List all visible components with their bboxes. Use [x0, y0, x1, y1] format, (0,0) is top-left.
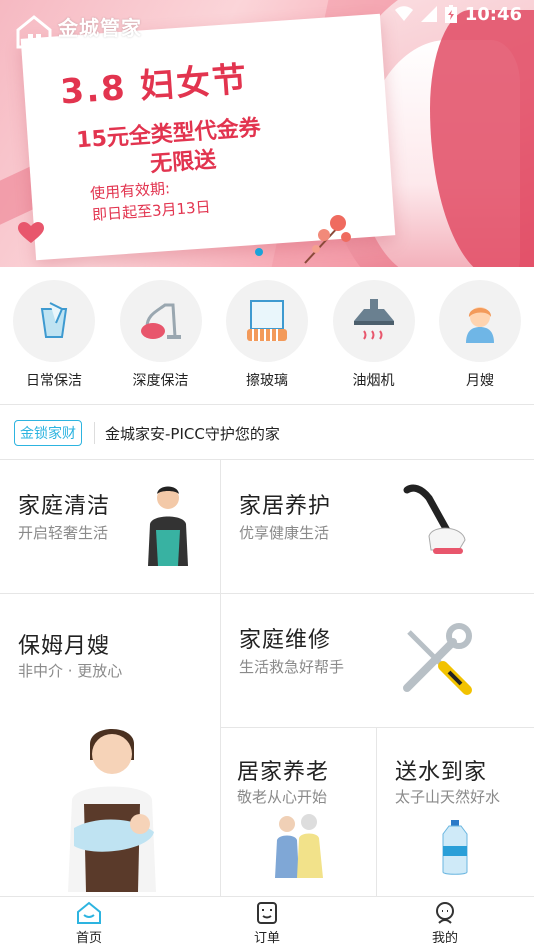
status-bar: 10:46 — [394, 0, 534, 28]
wifi-icon — [394, 6, 413, 21]
nanny-icon — [439, 280, 521, 362]
signal-icon — [420, 6, 437, 22]
bottom-tab-bar: 首页 订单 我的 — [0, 896, 534, 950]
cleaner-person-icon — [148, 486, 188, 566]
service-home-care[interactable]: 家居养护 优享健康生活 — [221, 460, 534, 593]
notice-tag: 金锁家财 — [14, 420, 82, 446]
service-subtitle: 非中介 · 更放心 — [18, 662, 123, 680]
battery-icon — [444, 5, 457, 23]
app-screen: 3.8 妇女节 15元全类型代金券 无限送 使用有效期: 即日起至3月13日 金… — [0, 0, 534, 950]
service-repair[interactable]: 家庭维修 生活救急好帮手 — [221, 594, 534, 727]
service-title: 家居养护 — [239, 494, 332, 519]
home-icon — [77, 901, 101, 924]
service-water-delivery[interactable]: 送水到家 太子山天然好水 — [377, 728, 534, 896]
service-subtitle: 生活救急好帮手 — [239, 658, 345, 676]
tab-profile[interactable]: 我的 — [356, 897, 534, 950]
category-range-hood[interactable]: 油烟机 — [332, 280, 416, 390]
logo-text: 金城管家 — [58, 16, 142, 40]
category-label: 油烟机 — [352, 373, 395, 389]
house-logo-icon — [16, 15, 52, 49]
service-nanny[interactable]: 保姆月嫂 非中介 · 更放心 — [0, 594, 220, 896]
category-deep-cleaning[interactable]: 深度保洁 — [119, 280, 203, 390]
service-title: 家庭清洁 — [18, 494, 111, 519]
tools-icon — [403, 623, 472, 695]
category-nanny[interactable]: 月嫂 — [438, 280, 522, 390]
divider — [0, 404, 534, 405]
cup-icon — [13, 280, 95, 362]
order-icon — [257, 902, 277, 924]
service-title: 保姆月嫂 — [18, 634, 111, 659]
notice-separator — [94, 422, 95, 444]
carousel-indicator — [255, 248, 263, 256]
service-title: 居家养老 — [237, 760, 330, 785]
tab-label: 订单 — [253, 931, 280, 946]
category-label: 日常保洁 — [26, 373, 82, 389]
promo-banner[interactable]: 3.8 妇女节 15元全类型代金券 无限送 使用有效期: 即日起至3月13日 金… — [0, 0, 534, 267]
category-daily-cleaning[interactable]: 日常保洁 — [12, 280, 96, 390]
window-icon — [226, 280, 308, 362]
status-time: 10:46 — [464, 3, 522, 25]
mite-vacuum-icon — [403, 484, 466, 554]
tab-label: 我的 — [431, 931, 458, 946]
nanny-with-baby-icon — [68, 729, 156, 892]
service-subtitle: 敬老从心开始 — [237, 788, 328, 806]
service-subtitle: 太子山天然好水 — [395, 788, 501, 806]
profile-icon — [436, 902, 454, 924]
category-window-cleaning[interactable]: 擦玻璃 — [225, 280, 309, 390]
notice-text: 金城家安-PICC守护您的家 — [105, 424, 280, 443]
tab-home[interactable]: 首页 — [0, 897, 178, 950]
service-home-cleaning[interactable]: 家庭清洁 开启轻奢生活 — [0, 460, 220, 593]
tab-orders[interactable]: 订单 — [178, 897, 356, 950]
tab-label: 首页 — [75, 931, 102, 946]
category-label: 月嫂 — [466, 373, 494, 389]
category-row: 日常保洁 深度保洁 擦玻璃 油烟机 月嫂 — [0, 280, 534, 390]
category-label: 深度保洁 — [132, 373, 189, 389]
heart-icon — [18, 222, 44, 243]
logo-subtext: JINCHENG STEWARD — [58, 38, 138, 46]
banner-subtitle-2: 无限送 — [149, 147, 217, 178]
service-subtitle: 优享健康生活 — [239, 524, 330, 542]
range-hood-icon — [332, 280, 415, 362]
app-logo: 金城管家 JINCHENG STEWARD — [14, 14, 142, 50]
vacuum-icon — [119, 280, 202, 362]
category-label: 擦玻璃 — [246, 373, 288, 389]
service-title: 家庭维修 — [239, 628, 332, 653]
notice-bar[interactable]: 金锁家财 金城家安-PICC守护您的家 — [0, 412, 534, 454]
elderly-couple-icon — [275, 814, 323, 878]
service-elderly-care[interactable]: 居家养老 敬老从心开始 — [221, 728, 376, 896]
service-subtitle: 开启轻奢生活 — [18, 524, 109, 542]
water-bottle-icon — [442, 820, 468, 875]
service-title: 送水到家 — [395, 760, 488, 785]
flower-branch-icon — [304, 215, 351, 264]
